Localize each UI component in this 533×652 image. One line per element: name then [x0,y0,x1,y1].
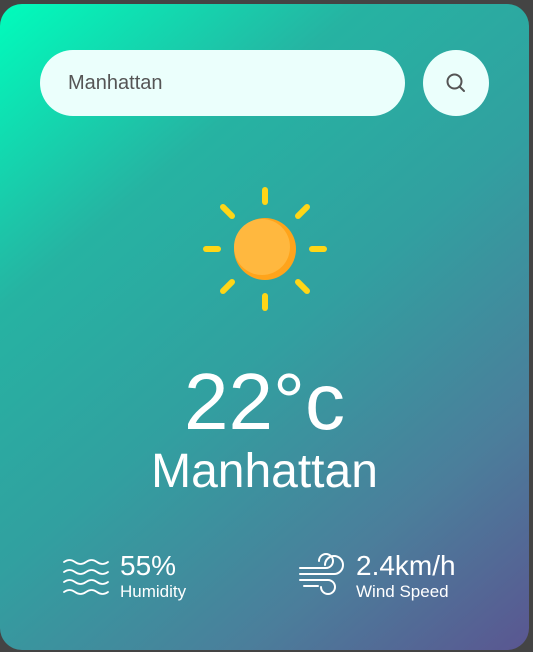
wind-icon [299,553,344,595]
wind-label: Wind Speed [356,582,449,601]
temperature: 22°c [184,357,345,446]
weather-card: Manhattan 22°c Manhattan 55% Humidity 2.… [0,4,529,650]
humidity-value: 55% [120,550,177,581]
wind-detail: 2.4km/h Wind Speed [298,550,456,602]
humidity-waves-icon [63,559,109,595]
search-button[interactable] [423,50,489,116]
sun-icon [203,187,327,311]
wind-value: 2.4km/h [356,550,456,581]
search-input-value: Manhattan [68,71,163,94]
search-icon [446,73,465,92]
city-name: Manhattan [151,445,378,498]
humidity-detail: 55% Humidity [62,550,186,602]
city-search-input[interactable]: Manhattan [40,50,405,116]
humidity-label: Humidity [120,582,187,601]
